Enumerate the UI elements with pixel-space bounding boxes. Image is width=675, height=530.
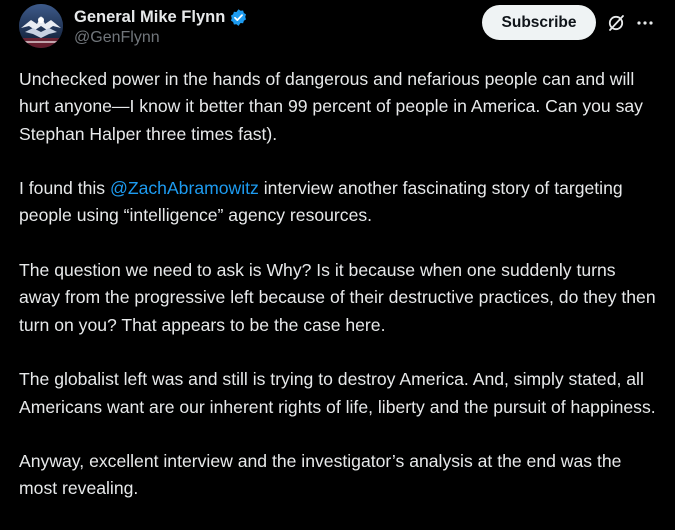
avatar-eagle-image bbox=[19, 4, 63, 48]
tweet-paragraph-1: Unchecked power in the hands of dangerou… bbox=[19, 69, 643, 144]
tweet-paragraph-3: The question we need to ask is Why? Is i… bbox=[19, 260, 656, 335]
author-handle[interactable]: @GenFlynn bbox=[74, 29, 160, 47]
tweet-text: Unchecked power in the hands of dangerou… bbox=[19, 66, 659, 530]
tweet-paragraph-5: Anyway, excellent interview and the inve… bbox=[19, 451, 622, 499]
more-horizontal-icon[interactable] bbox=[634, 12, 656, 34]
tweet-paragraph-2-lead: I found this bbox=[19, 178, 110, 199]
author-name-row: General Mike Flynn bbox=[74, 6, 248, 28]
tweet-paragraph-4: The globalist left was and still is tryi… bbox=[19, 369, 656, 417]
mention-link[interactable]: @ZachAbramowitz bbox=[110, 178, 259, 198]
subscribe-button[interactable]: Subscribe bbox=[482, 5, 596, 40]
avatar[interactable] bbox=[19, 4, 63, 48]
verified-badge-icon[interactable] bbox=[229, 8, 248, 27]
author-display-name[interactable]: General Mike Flynn bbox=[74, 8, 225, 27]
tweet-header: General Mike Flynn @GenFlynn Subscribe bbox=[0, 0, 675, 56]
tweet-paragraph-2: I found this @ZachAbramowitz interview a… bbox=[19, 175, 659, 230]
grok-slash-circle-icon[interactable] bbox=[605, 12, 627, 34]
